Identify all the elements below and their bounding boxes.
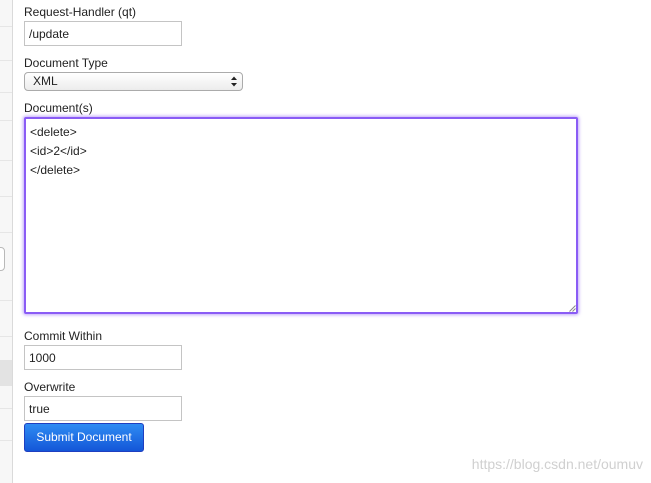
sidebar-selected-item[interactable] (0, 360, 12, 386)
sidebar-divider (0, 26, 12, 27)
resize-grip-icon[interactable] (569, 305, 576, 312)
submit-document-button[interactable]: Submit Document (24, 423, 144, 452)
sidebar-divider (0, 300, 12, 301)
commit-within-input[interactable] (24, 345, 182, 370)
watermark: https://blog.csdn.net/oumuv (471, 456, 643, 472)
documents-textarea[interactable]: <delete> <id>2</id> </delete> (24, 117, 578, 314)
sidebar-divider (0, 408, 12, 409)
document-submit-page: Request-Handler (qt) Document Type XML D… (0, 0, 651, 483)
select-arrows-icon (231, 76, 237, 87)
document-type-label: Document Type (24, 56, 108, 70)
sidebar-divider (0, 196, 12, 197)
sidebar-divider (0, 160, 12, 161)
sidebar-divider (0, 120, 12, 121)
overwrite-input[interactable] (24, 396, 182, 421)
document-type-selected-value: XML (33, 74, 58, 88)
sidebar-button-fragment[interactable] (0, 247, 5, 271)
overwrite-label: Overwrite (24, 380, 76, 394)
documents-label: Document(s) (24, 101, 93, 115)
commit-within-label: Commit Within (24, 329, 103, 343)
document-type-select[interactable]: XML (24, 72, 243, 91)
request-handler-label: Request-Handler (qt) (24, 5, 137, 19)
sidebar-divider (0, 232, 12, 233)
sidebar-divider (0, 440, 12, 441)
sidebar-edge (0, 0, 13, 483)
request-handler-input[interactable] (24, 21, 182, 46)
sidebar-divider (0, 336, 12, 337)
sidebar-divider (0, 92, 12, 93)
sidebar-divider (0, 60, 12, 61)
